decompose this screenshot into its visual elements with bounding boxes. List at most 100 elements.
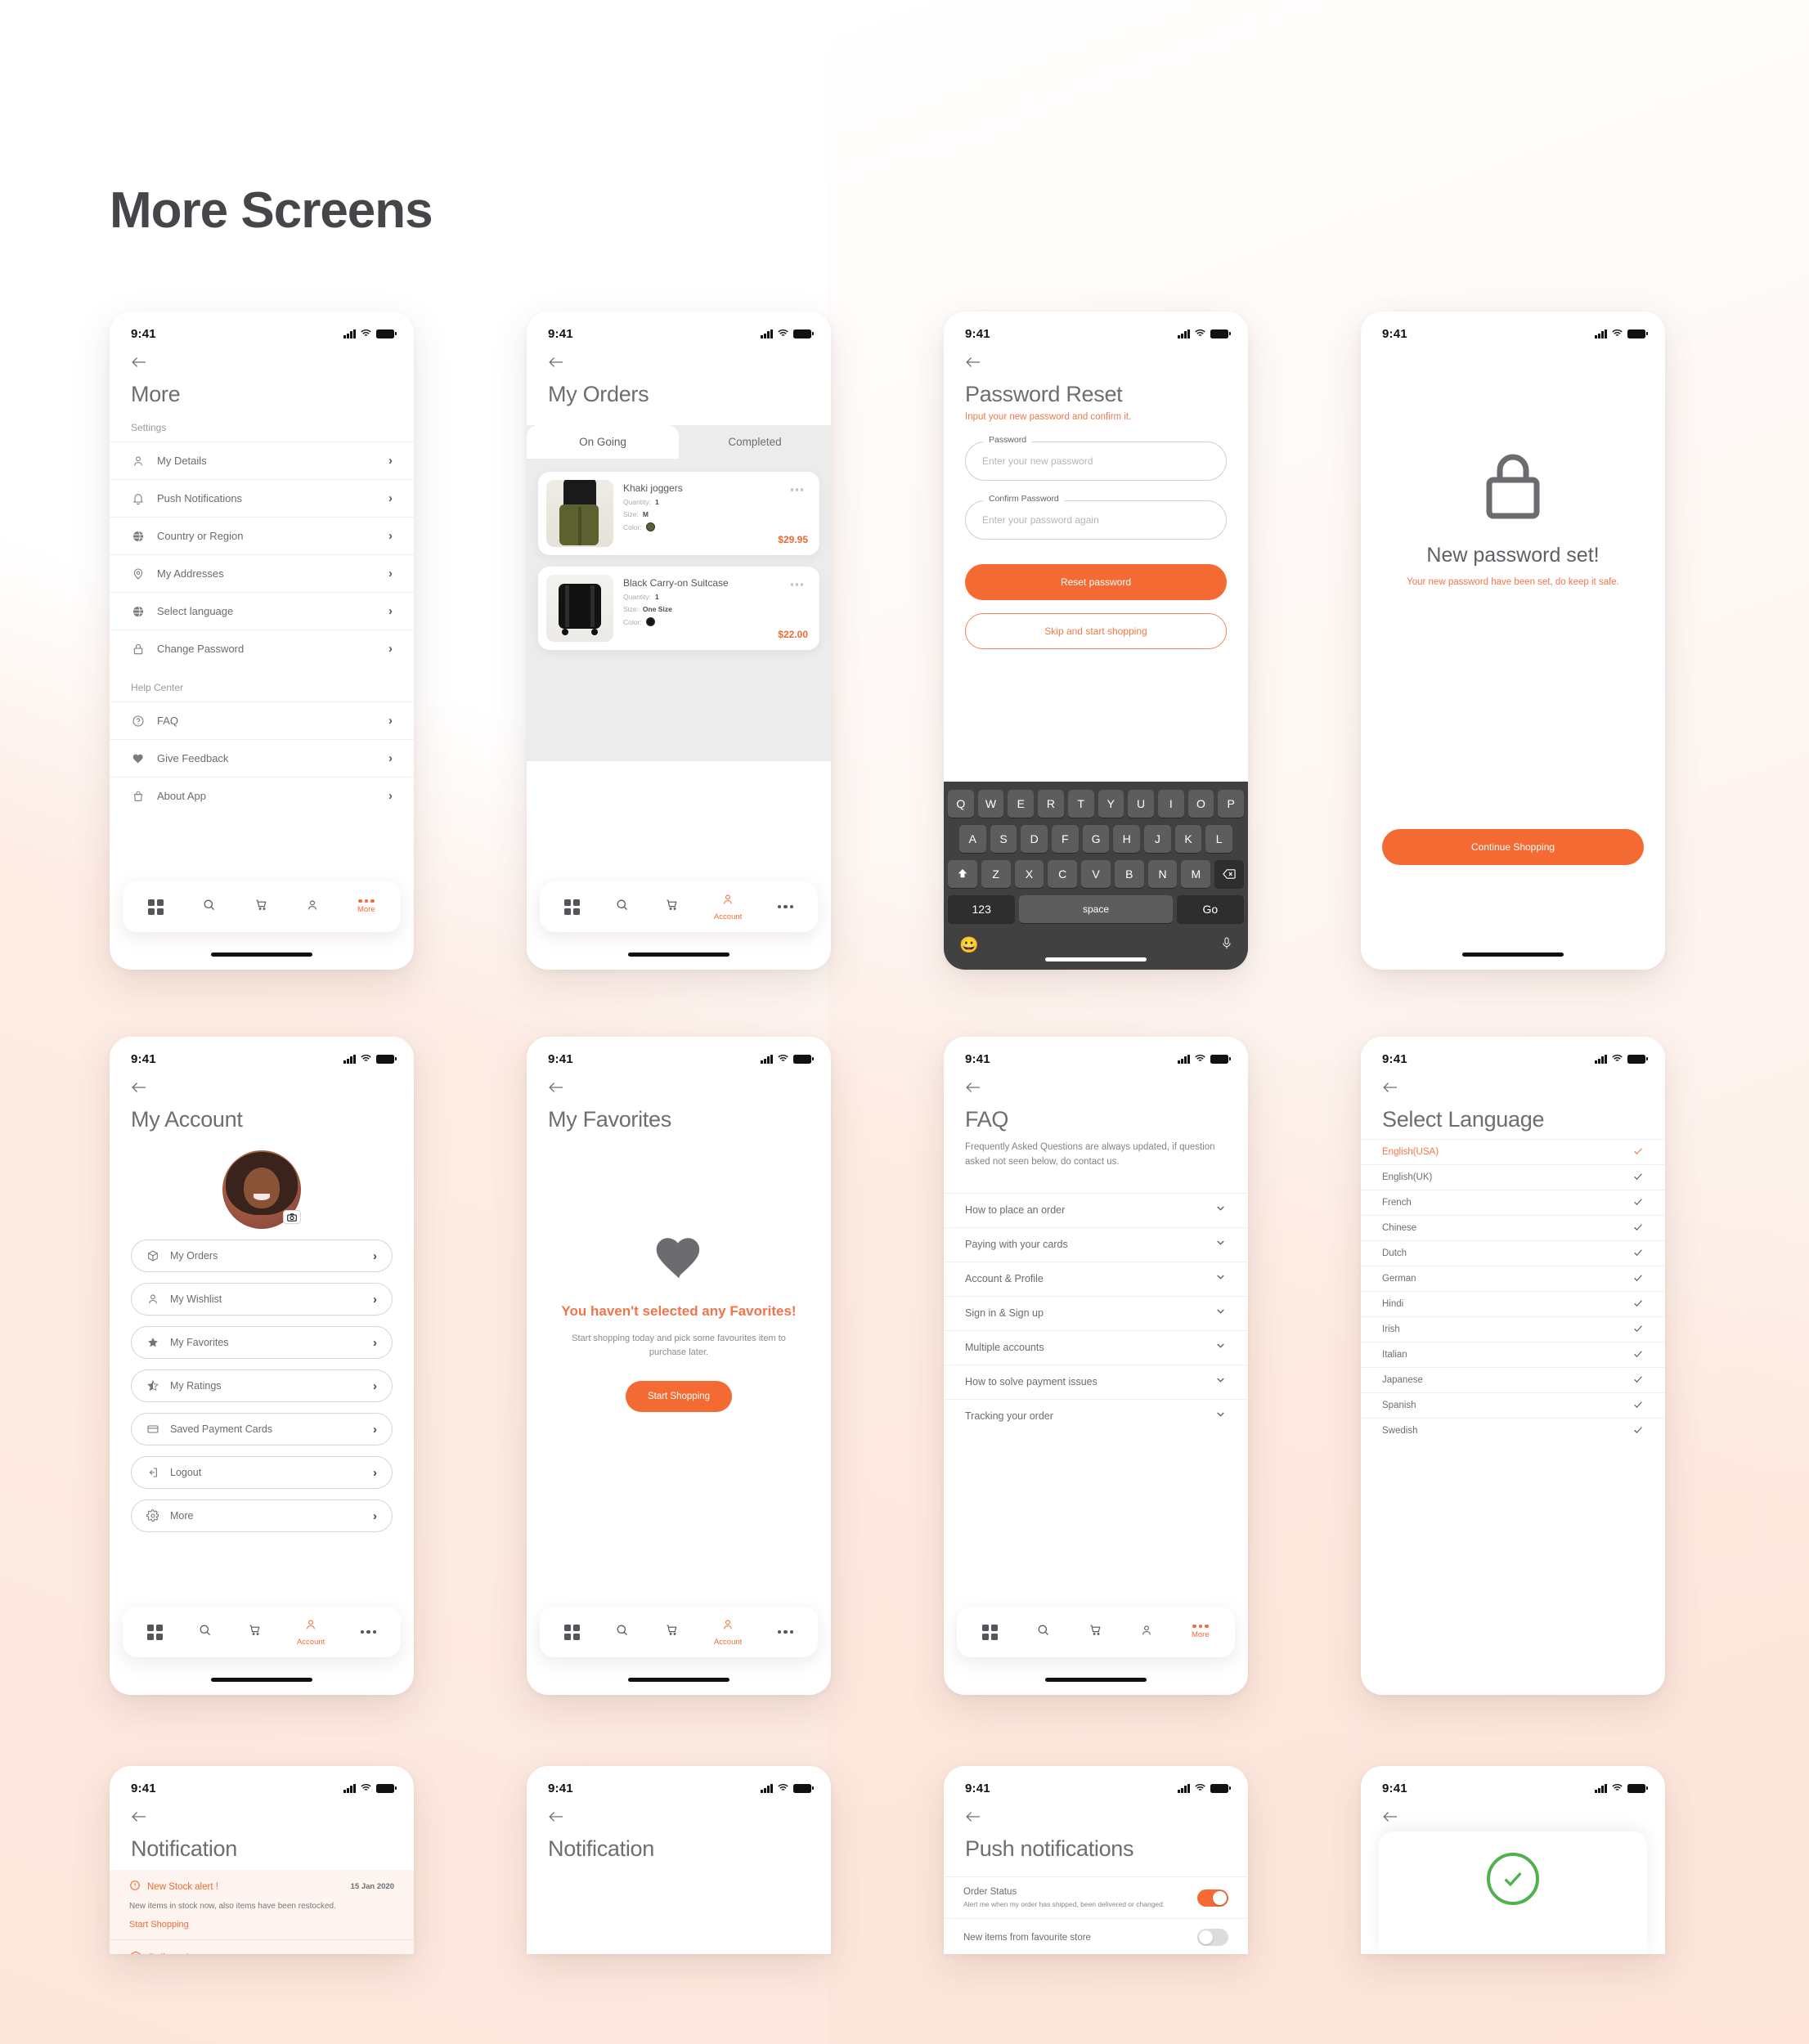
back-button-lang[interactable]	[1361, 1069, 1665, 1094]
back-button-pw[interactable]	[944, 344, 1248, 369]
notification-link[interactable]: Start Shopping	[129, 1920, 394, 1930]
key-P[interactable]: P	[1218, 790, 1245, 818]
back-button-acct[interactable]	[110, 1069, 414, 1094]
order-card[interactable]: Khaki joggers Quantity: 1 Size: M Color:…	[538, 472, 819, 555]
backspace-key[interactable]	[1214, 860, 1245, 888]
account-row-my-wishlist[interactable]: My Wishlist ›	[131, 1283, 393, 1316]
tab-more[interactable]	[360, 1629, 377, 1634]
back-button-more[interactable]	[110, 344, 414, 369]
order-card[interactable]: Black Carry-on Suitcase Quantity: 1 Size…	[538, 567, 819, 650]
space-key[interactable]: space	[1019, 895, 1173, 923]
back-button-orders[interactable]	[527, 344, 831, 369]
tab-search[interactable]	[615, 898, 629, 916]
camera-icon[interactable]	[283, 1210, 301, 1224]
account-row-my-orders[interactable]: My Orders ›	[131, 1239, 393, 1272]
tab-home[interactable]	[563, 899, 580, 915]
language-row-german[interactable]: German	[1361, 1266, 1665, 1291]
toggle-switch[interactable]	[1197, 1929, 1228, 1946]
tab-cart[interactable]	[665, 1623, 679, 1641]
tab-more[interactable]	[777, 904, 794, 909]
tab-search[interactable]	[202, 898, 216, 916]
toggle-switch[interactable]	[1197, 1889, 1228, 1907]
order-more-icon[interactable]	[790, 488, 803, 491]
tab-home[interactable]	[148, 899, 164, 915]
continue-shopping-button[interactable]: Continue Shopping	[1382, 829, 1644, 865]
orders-tab-1[interactable]: Completed	[679, 425, 831, 459]
settings-row-change-password[interactable]: Change Password ›	[110, 630, 414, 667]
back-button-faq[interactable]	[944, 1069, 1248, 1094]
numbers-key[interactable]: 123	[948, 895, 1016, 923]
faq-row-4[interactable]: Multiple accounts	[944, 1329, 1248, 1365]
mic-key[interactable]	[1221, 936, 1232, 955]
back-button-notif2[interactable]	[527, 1799, 831, 1823]
settings-row-faq[interactable]: FAQ ›	[110, 702, 414, 739]
settings-row-select-language[interactable]: Select language ›	[110, 592, 414, 630]
field-password[interactable]: Enter your new password Password	[965, 435, 1227, 481]
key-D[interactable]: D	[1021, 825, 1048, 853]
back-button-succ[interactable]	[1361, 1799, 1665, 1823]
key-O[interactable]: O	[1187, 790, 1214, 818]
language-row-dutch[interactable]: Dutch	[1361, 1240, 1665, 1266]
account-row-logout[interactable]: Logout ›	[131, 1456, 393, 1489]
account-row-more[interactable]: More ›	[131, 1499, 393, 1532]
key-R[interactable]: R	[1038, 790, 1064, 818]
account-row-saved-payment-cards[interactable]: Saved Payment Cards ›	[131, 1413, 393, 1446]
key-U[interactable]: U	[1128, 790, 1154, 818]
language-row-japanese[interactable]: Japanese	[1361, 1367, 1665, 1392]
push-toggle-row-1[interactable]: New items from favourite store	[944, 1918, 1248, 1954]
back-button-fav[interactable]	[527, 1069, 831, 1094]
key-C[interactable]: C	[1048, 860, 1078, 888]
language-row-english-usa-[interactable]: English(USA)	[1361, 1139, 1665, 1164]
key-M[interactable]: M	[1181, 860, 1211, 888]
key-N[interactable]: N	[1147, 860, 1178, 888]
settings-row-my-addresses[interactable]: My Addresses ›	[110, 554, 414, 592]
tab-cart[interactable]	[1089, 1623, 1102, 1641]
key-H[interactable]: H	[1113, 825, 1141, 853]
language-row-irish[interactable]: Irish	[1361, 1316, 1665, 1342]
key-K[interactable]: K	[1174, 825, 1202, 853]
key-G[interactable]: G	[1082, 825, 1110, 853]
tab-account[interactable]: Account	[714, 1618, 742, 1647]
reset-password-button[interactable]: Reset password	[965, 564, 1227, 600]
account-row-my-favorites[interactable]: My Favorites ›	[131, 1326, 393, 1359]
orders-tab-0[interactable]: On Going	[527, 425, 679, 459]
settings-row-my-details[interactable]: My Details ›	[110, 442, 414, 479]
tab-home[interactable]	[563, 1624, 580, 1640]
faq-row-2[interactable]: Account & Profile	[944, 1261, 1248, 1296]
key-Q[interactable]: Q	[947, 790, 974, 818]
key-F[interactable]: F	[1052, 825, 1079, 853]
tab-more[interactable]: More	[357, 899, 375, 914]
language-row-french[interactable]: French	[1361, 1190, 1665, 1215]
notification-item-1[interactable]: Delivered 12 Jan 2020 Ordered item #232 …	[110, 1940, 414, 1954]
tab-search[interactable]	[198, 1623, 212, 1641]
tab-home[interactable]	[982, 1624, 999, 1640]
skip-and-start-shopping-button[interactable]: Skip and start shopping	[965, 613, 1227, 649]
settings-row-country-or-region[interactable]: Country or Region ›	[110, 517, 414, 554]
faq-row-1[interactable]: Paying with your cards	[944, 1226, 1248, 1262]
tab-more[interactable]	[777, 1629, 794, 1634]
tab-account[interactable]: Account	[714, 893, 742, 921]
tab-account[interactable]	[306, 899, 319, 916]
language-row-english-uk-[interactable]: English(UK)	[1361, 1164, 1665, 1190]
key-E[interactable]: E	[1008, 790, 1035, 818]
key-L[interactable]: L	[1205, 825, 1233, 853]
tab-account[interactable]: Account	[297, 1618, 325, 1647]
key-X[interactable]: X	[1014, 860, 1044, 888]
key-Z[interactable]: Z	[981, 860, 1011, 888]
language-row-chinese[interactable]: Chinese	[1361, 1215, 1665, 1240]
tab-cart[interactable]	[665, 898, 679, 916]
settings-row-give-feedback[interactable]: Give Feedback ›	[110, 739, 414, 777]
key-I[interactable]: I	[1157, 790, 1184, 818]
tab-cart[interactable]	[248, 1623, 262, 1641]
tab-search[interactable]	[1036, 1623, 1050, 1641]
tab-more[interactable]: More	[1192, 1624, 1210, 1639]
account-row-my-ratings[interactable]: My Ratings ›	[131, 1369, 393, 1402]
tab-cart[interactable]	[254, 898, 268, 916]
emoji-key[interactable]: 😀	[959, 935, 979, 955]
push-toggle-row-0[interactable]: Order Status Alert me when my order has …	[944, 1876, 1248, 1918]
order-more-icon[interactable]	[790, 583, 803, 586]
settings-row-push-notifications[interactable]: Push Notifications ›	[110, 479, 414, 517]
key-A[interactable]: A	[958, 825, 986, 853]
key-Y[interactable]: Y	[1098, 790, 1124, 818]
language-row-spanish[interactable]: Spanish	[1361, 1392, 1665, 1418]
